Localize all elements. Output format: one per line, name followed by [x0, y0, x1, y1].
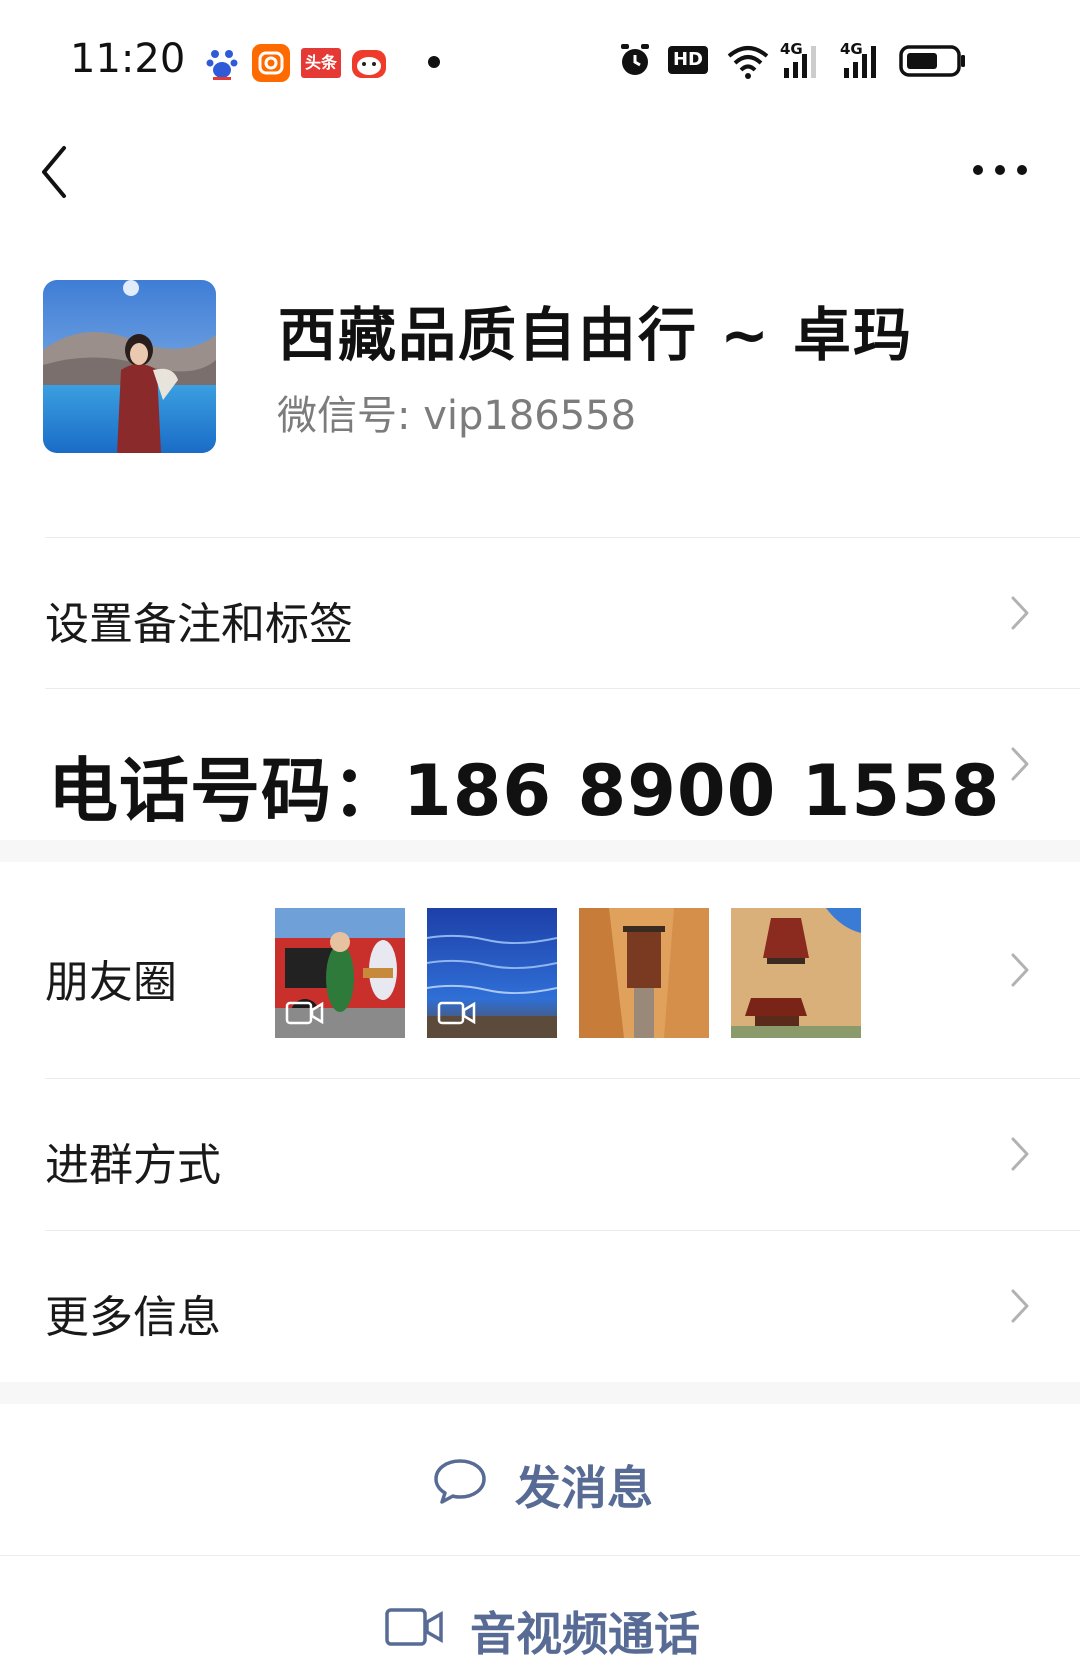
nav-bar: [0, 120, 1080, 230]
moments-label: 朋友圈: [45, 957, 177, 1008]
chevron-right-icon: [1011, 747, 1029, 781]
status-bar: 11:20 头条 HD 4G 4G: [0, 0, 1080, 120]
video-call-icon: [385, 1608, 443, 1646]
more-dots-icon[interactable]: [970, 150, 1030, 190]
alarm-icon: [621, 44, 649, 75]
signal-4g-icon: 4G: [780, 40, 816, 78]
moment-thumbnail[interactable]: [579, 908, 709, 1038]
toutiao-app-icon: 头条: [301, 48, 341, 78]
notification-dot: [428, 56, 440, 68]
video-icon: [437, 1001, 476, 1025]
section-gap: [0, 1382, 1080, 1404]
chevron-left-icon[interactable]: [36, 142, 76, 202]
chat-bubble-icon: [434, 1459, 486, 1504]
send-message-label: 发消息: [515, 1461, 653, 1515]
section-gap: [0, 840, 1080, 862]
more-info-label: 更多信息: [45, 1292, 221, 1343]
battery-icon: [899, 45, 965, 77]
video-icon: [285, 1001, 324, 1025]
status-time: 11:20: [70, 36, 186, 82]
wifi-icon: [727, 46, 769, 79]
join-method-row[interactable]: 进群方式: [0, 1079, 1080, 1229]
remark-row[interactable]: 设置备注和标签: [0, 538, 1080, 688]
chevron-right-icon: [1011, 596, 1029, 630]
svg-text:4G: 4G: [780, 40, 803, 58]
svg-text:4G: 4G: [840, 40, 863, 58]
chevron-right-icon: [1011, 1137, 1029, 1171]
profile-name: 西藏品质自由行 ~ 卓玛: [278, 301, 913, 369]
tv-app-icon: [350, 44, 388, 82]
video-call-label: 音视频通话: [470, 1607, 700, 1661]
join-method-label: 进群方式: [45, 1140, 221, 1191]
signal-4g-icon: 4G: [840, 40, 876, 78]
baidu-app-icon: [203, 44, 241, 82]
moment-thumbnail[interactable]: [731, 908, 861, 1038]
chevron-right-icon: [1011, 1289, 1029, 1323]
avatar[interactable]: [43, 280, 216, 453]
remark-label: 设置备注和标签: [45, 599, 353, 650]
hd-icon: HD: [668, 46, 708, 74]
wechat-id: 微信号: vip186558: [277, 393, 637, 439]
camera-app-icon: [252, 44, 290, 82]
more-info-row[interactable]: 更多信息: [0, 1231, 1080, 1381]
moment-thumbnail[interactable]: [427, 908, 557, 1038]
moment-thumbnail[interactable]: [275, 908, 405, 1038]
chevron-right-icon: [1011, 953, 1029, 987]
phone-number[interactable]: 电话号码：186 8900 1558: [48, 735, 1001, 836]
